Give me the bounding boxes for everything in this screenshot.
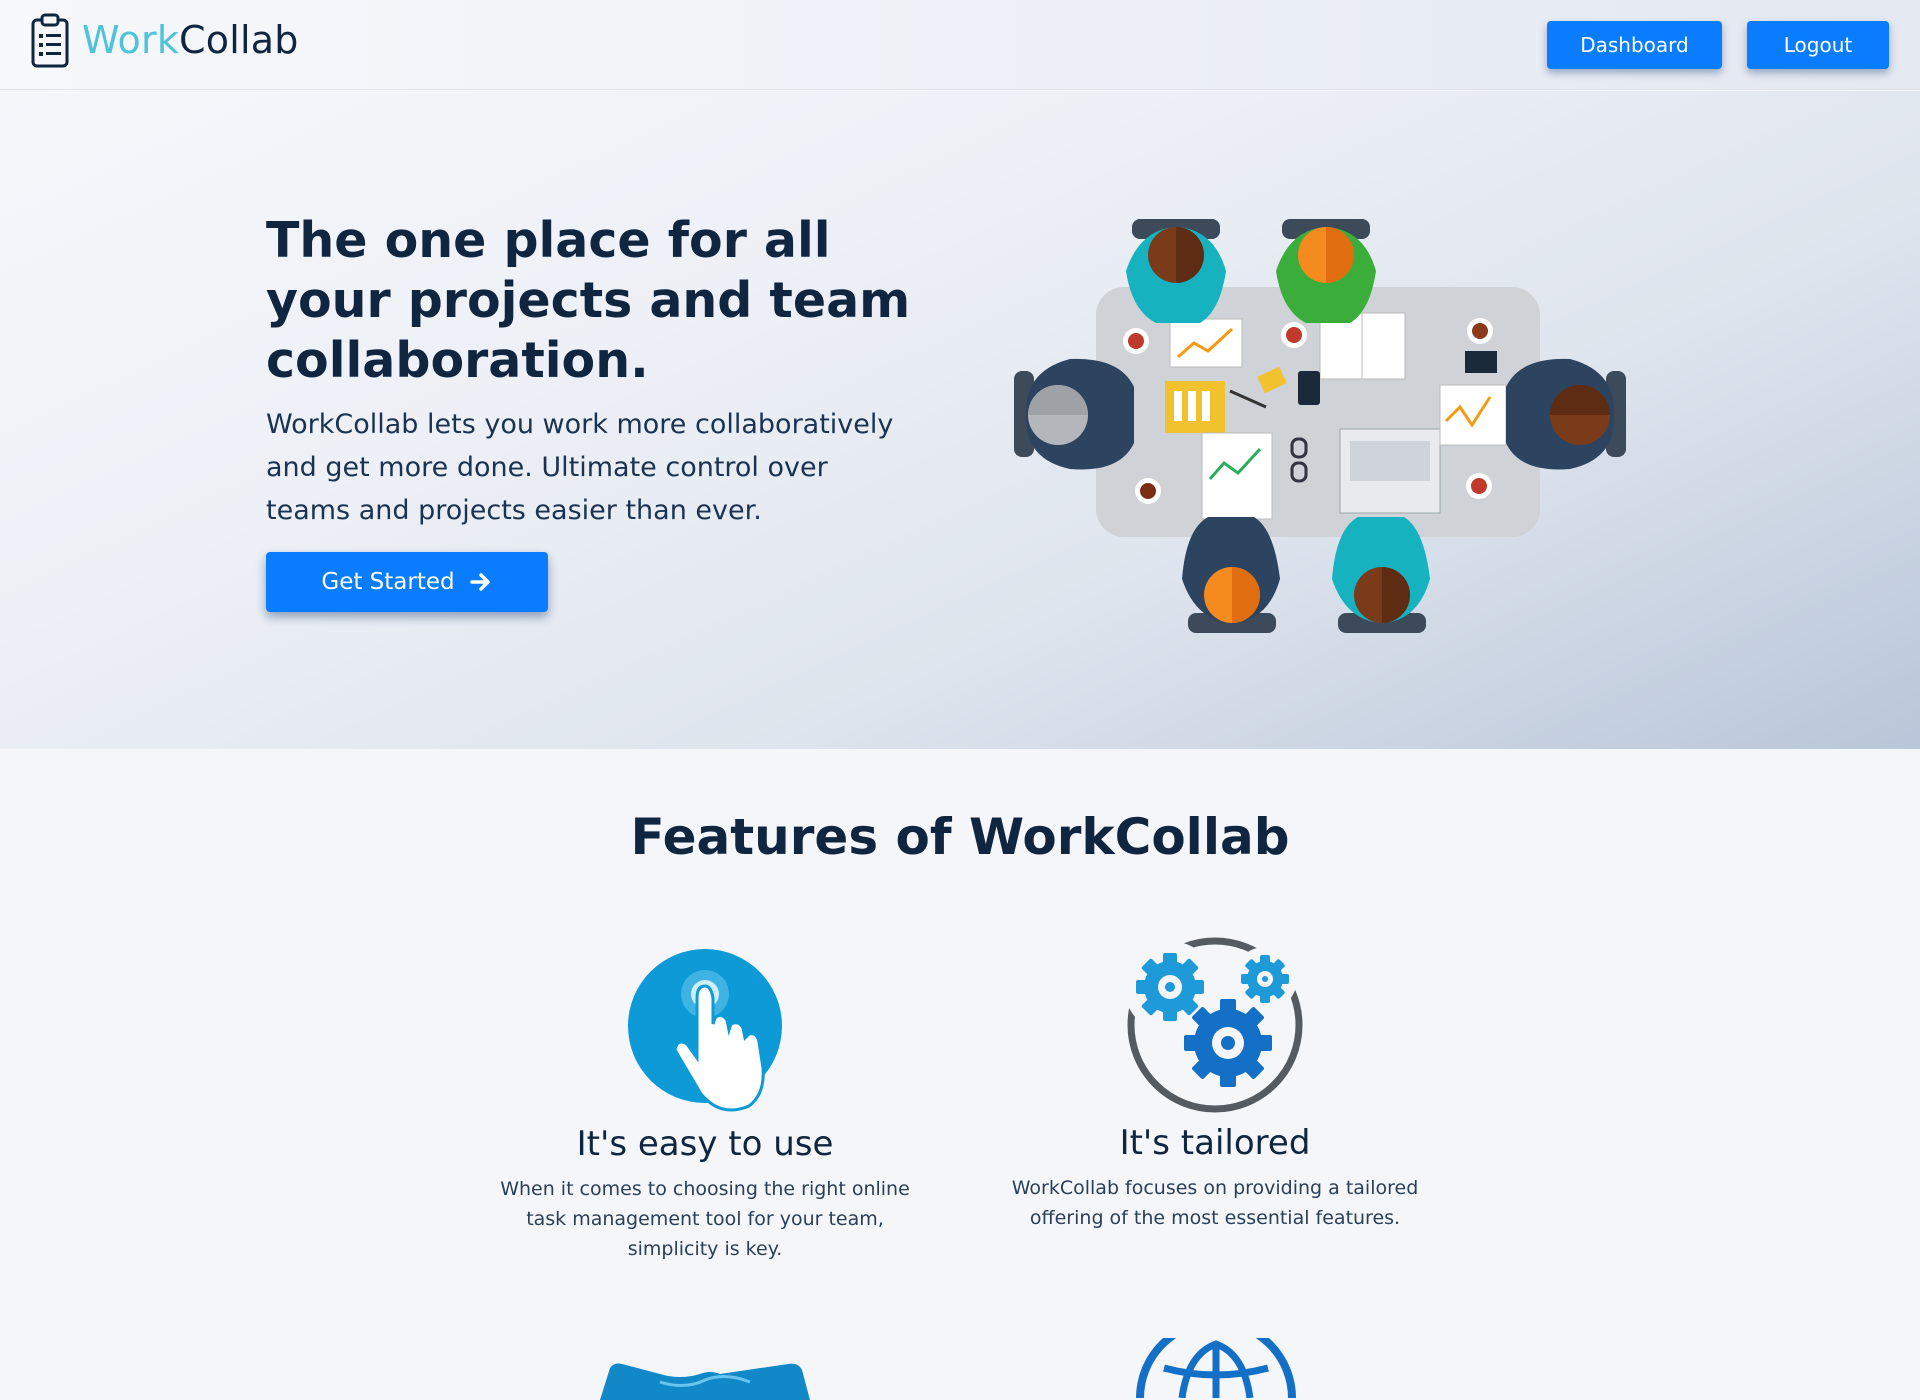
dashboard-button[interactable]: Dashboard (1547, 21, 1722, 69)
brand-name-part2: Collab (179, 18, 299, 62)
features-title: Features of WorkCollab (630, 808, 1290, 866)
feature-title-easy-to-use: It's easy to use (576, 1124, 834, 1164)
clipboard-list-icon (31, 13, 69, 68)
navbar: WorkCollab Dashboard Logout (0, 0, 1920, 90)
feature-description-easy-to-use: When it comes to choosing the right onli… (500, 1178, 910, 1260)
brand-logo[interactable]: WorkCollab (30, 10, 299, 70)
hero-title: The one place for all your projects and … (266, 212, 911, 389)
brand-name-part1: Work (82, 18, 180, 62)
arrow-right-icon (469, 573, 490, 591)
feature-card-easy-to-use: It's easy to use When it comes to choosi… (480, 946, 930, 1264)
globe-icon (1136, 1338, 1296, 1398)
handshake-icon (600, 1363, 810, 1400)
hero-subtitle: WorkCollab lets you work more collaborat… (266, 409, 894, 526)
feature-description-tailored: WorkCollab focuses on providing a tailor… (1011, 1177, 1419, 1229)
get-started-label: Get Started (321, 569, 455, 595)
feature-title-tailored: It's tailored (1119, 1123, 1311, 1163)
tap-hand-icon (628, 949, 782, 1112)
gears-icon (1125, 937, 1303, 1113)
feature-card-tailored: It's tailored WorkCollab focuses on prov… (1000, 935, 1430, 1233)
hero-section: The one place for all your projects and … (0, 91, 1920, 749)
logout-button[interactable]: Logout (1747, 21, 1889, 69)
brand-name: WorkCollab (82, 18, 299, 62)
team-meeting-table-illustration (1014, 219, 1626, 633)
get-started-button[interactable]: Get Started (266, 552, 548, 612)
